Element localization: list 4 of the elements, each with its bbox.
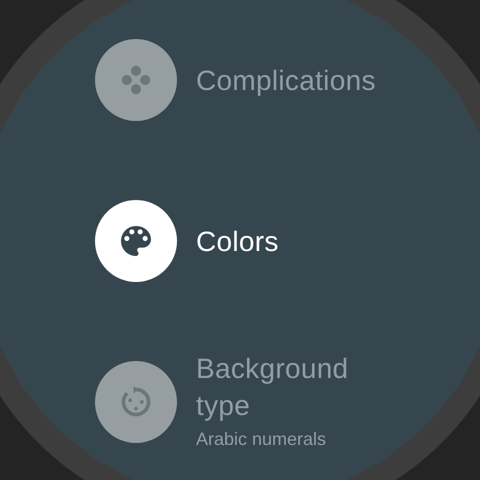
- item-title[interactable]: Background type: [196, 350, 396, 424]
- item-title[interactable]: Complications: [196, 62, 396, 98]
- item-subtitle: Arabic numerals: [196, 428, 328, 451]
- item-title[interactable]: Colors: [196, 222, 396, 260]
